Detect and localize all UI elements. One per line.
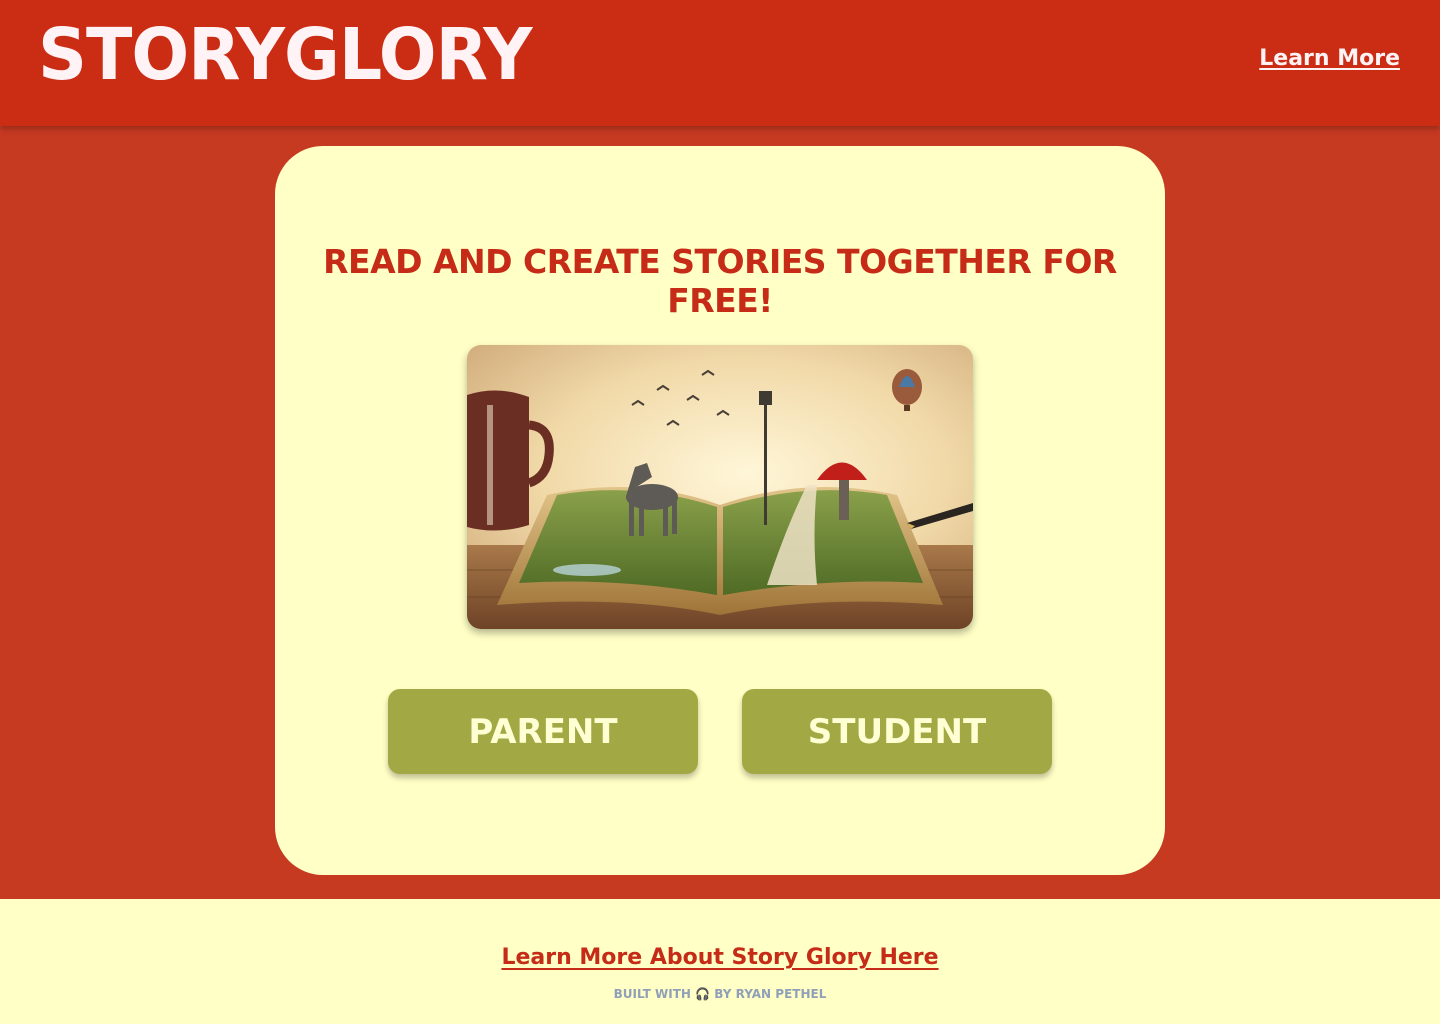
landing-card: Read and create stories together for fre… (275, 146, 1165, 875)
page-headline: Read and create stories together for fre… (323, 242, 1117, 320)
built-with-text: BUILT WITH (613, 987, 691, 1001)
student-button[interactable]: STUDENT (742, 689, 1052, 774)
learn-more-about-link[interactable]: Learn More About Story Glory Here (0, 945, 1440, 970)
site-logo[interactable]: STORYGLORY (38, 20, 532, 91)
learn-more-link[interactable]: Learn More (1259, 46, 1400, 71)
hero-image (467, 345, 973, 629)
parent-button[interactable]: PARENT (388, 689, 698, 774)
headphones-icon: 🎧 (695, 987, 711, 1001)
author-credit: BY RYAN PETHEL (714, 987, 827, 1001)
top-navbar: STORYGLORY Learn More (0, 0, 1440, 126)
footer-credits: BUILT WITH 🎧 BY RYAN PETHEL (0, 987, 1440, 1001)
site-footer: Learn More About Story Glory Here BUILT … (0, 899, 1440, 1024)
